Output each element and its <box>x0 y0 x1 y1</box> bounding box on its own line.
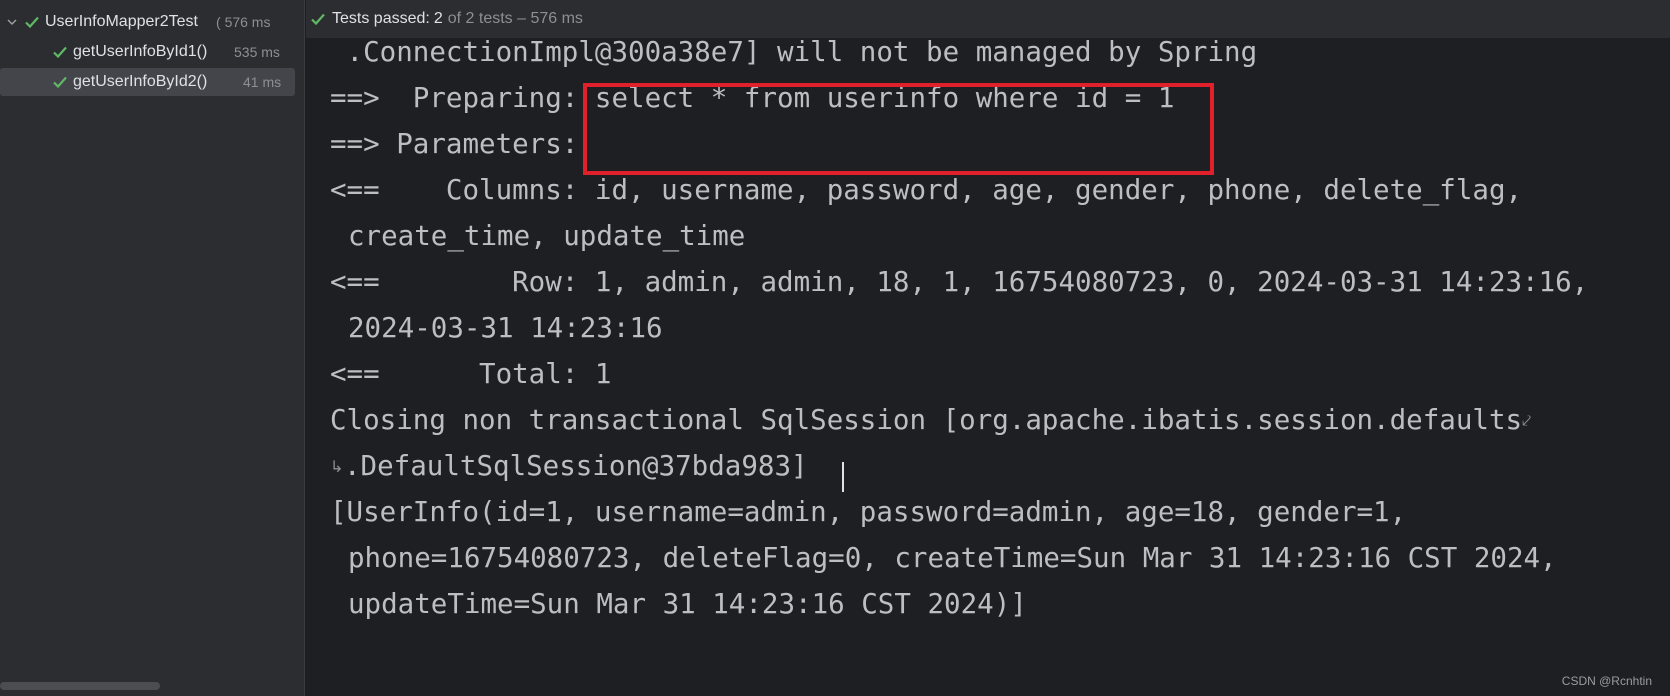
check-icon <box>310 11 326 27</box>
tree-item-root[interactable]: UserInfoMapper2Test ( 576 ms <box>0 8 295 36</box>
console-line: .ConnectionImpl@300a38e7] will not be ma… <box>330 38 1258 68</box>
watermark: CSDN @Rcnhtin <box>1561 674 1652 688</box>
console-line-continued: ↳.DefaultSqlSession@37bda983] <box>330 446 808 486</box>
wrap-continue-icon: ↳ <box>330 457 344 476</box>
tree-item-time: 535 ms <box>234 44 280 60</box>
status-count: 2 <box>433 10 443 27</box>
console-line: <== Columns: id, username, password, age… <box>330 174 1523 206</box>
text-caret <box>842 462 844 492</box>
console-line-text: .DefaultSqlSession@37bda983] <box>344 450 808 482</box>
console-line: <== Row: 1, admin, admin, 18, 1, 1675408… <box>330 266 1589 298</box>
check-icon <box>52 44 68 60</box>
tree-item-label: UserInfoMapper2Test <box>45 13 198 30</box>
console-line-text: Closing non transactional SqlSession [or… <box>330 404 1523 436</box>
console-line-wrapped: Closing non transactional SqlSession [or… <box>330 400 1536 440</box>
status-label: Tests passed: <box>332 10 430 27</box>
console-output[interactable]: .ConnectionImpl@300a38e7] will not be ma… <box>306 38 1670 696</box>
console-line: ==> Parameters: <box>330 128 595 160</box>
console-line: <== Total: 1 <box>330 358 612 390</box>
tree-item-label: getUserInfoById2() <box>73 73 208 90</box>
tree-item-getUserInfoById1[interactable]: getUserInfoById1() 535 ms <box>0 38 295 66</box>
chevron-down-icon[interactable] <box>6 16 18 28</box>
console-line: create_time, update_time <box>348 220 746 252</box>
tree-item-time: 41 ms <box>243 74 282 90</box>
sql-highlight-annotation <box>583 83 1214 175</box>
check-icon <box>52 74 68 90</box>
tree-item-time: ( 576 ms <box>216 14 271 30</box>
console-line: phone=16754080723, deleteFlag=0, createT… <box>348 542 1557 574</box>
horizontal-scrollbar[interactable] <box>0 682 160 690</box>
status-detail: of 2 tests – 576 ms <box>447 10 583 27</box>
test-status-bar: Tests passed: 2 of 2 tests – 576 ms <box>306 0 1670 38</box>
wrap-arrow-icon: ⤦ <box>1522 411 1532 430</box>
ide-window: UserInfoMapper2Test ( 576 ms getUserInfo… <box>0 0 1670 696</box>
check-icon <box>24 14 40 30</box>
test-results-tree: UserInfoMapper2Test ( 576 ms getUserInfo… <box>0 0 305 696</box>
tree-item-label: getUserInfoById1() <box>73 43 208 60</box>
console-line: updateTime=Sun Mar 31 14:23:16 CST 2024)… <box>348 588 1027 620</box>
tree-item-getUserInfoById2[interactable]: getUserInfoById2() 41 ms <box>0 68 295 96</box>
console-line: [UserInfo(id=1, username=admin, password… <box>330 496 1407 528</box>
console-line: 2024-03-31 14:23:16 <box>348 312 663 344</box>
